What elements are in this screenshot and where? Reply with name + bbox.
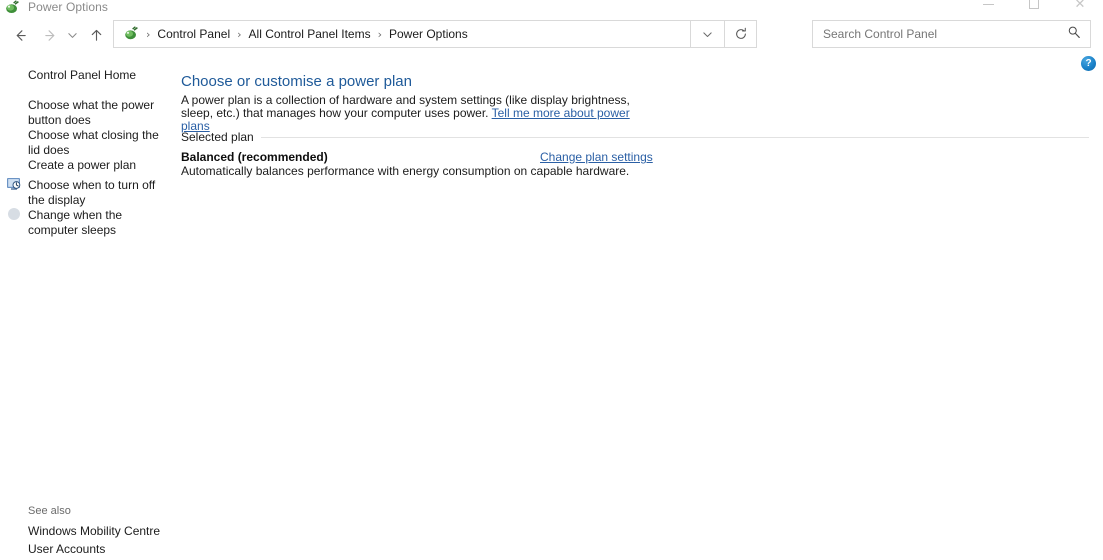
change-plan-settings-link[interactable]: Change plan settings (540, 150, 653, 164)
selected-plan-label: Selected plan (181, 130, 254, 144)
plan-name: Balanced (recommended) (181, 150, 328, 164)
section-divider (260, 136, 1089, 138)
page-description: A power plan is a collection of hardware… (181, 94, 651, 133)
main-content: Choose or customise a power plan A power… (0, 0, 1103, 560)
selected-plan-section-header: Selected plan (181, 130, 1089, 144)
page-title: Choose or customise a power plan (181, 73, 412, 90)
plan-description: Automatically balances performance with … (181, 164, 630, 178)
